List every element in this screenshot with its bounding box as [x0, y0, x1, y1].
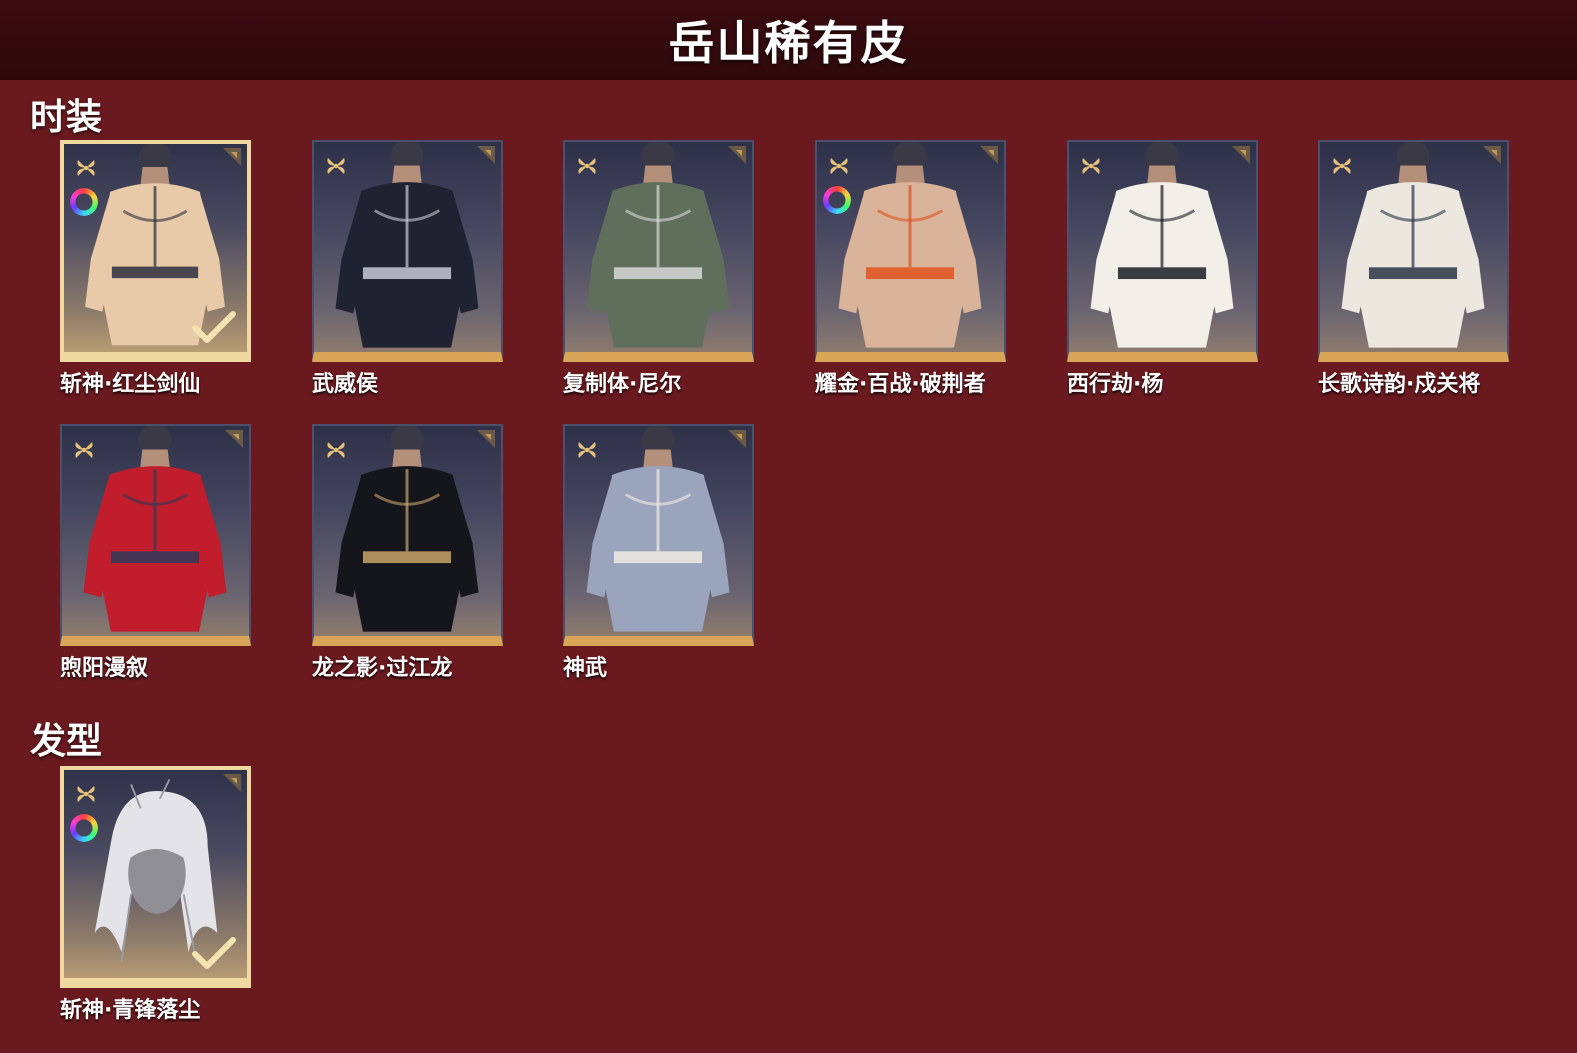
hairstyle-item-thumbnail[interactable]: [60, 766, 251, 988]
page-title: 岳山稀有皮: [668, 16, 909, 70]
dye-color-wheel-icon: [70, 188, 98, 216]
costume-item-card[interactable]: 武威侯: [312, 140, 503, 397]
rarity-flower-icon: [575, 438, 599, 462]
costume-item-thumbnail[interactable]: [312, 424, 503, 646]
hairstyle-item-label: 斩神·青锋落尘: [60, 998, 201, 1023]
costume-item-card[interactable]: 龙之影·过江龙: [312, 424, 503, 681]
rarity-flower-icon: [1079, 154, 1103, 178]
costume-item-card[interactable]: 西行劫·杨: [1067, 140, 1258, 397]
owned-checkmark-icon: [191, 936, 237, 972]
costume-item-card[interactable]: 长歌诗韵·戍关将: [1318, 140, 1509, 397]
rarity-flower-icon: [72, 438, 96, 462]
costume-item-thumbnail[interactable]: [563, 424, 754, 646]
costume-item-thumbnail[interactable]: [60, 140, 251, 362]
costume-item-label: 斩神·红尘剑仙: [60, 372, 201, 397]
rarity-flower-icon: [74, 782, 98, 806]
costume-item-label: 武威侯: [312, 372, 379, 397]
costume-item-label: 西行劫·杨: [1067, 372, 1164, 397]
section-title-hairstyle: 发型: [30, 721, 103, 762]
costume-item-label: 龙之影·过江龙: [312, 656, 453, 681]
corner-badge-icon: [980, 146, 998, 164]
corner-badge-icon: [477, 430, 495, 448]
costume-item-thumbnail[interactable]: [1318, 140, 1509, 362]
costume-item-label: 耀金·百战·破荆者: [815, 372, 986, 397]
costume-item-thumbnail[interactable]: [815, 140, 1006, 362]
costume-item-label: 煦阳漫叙: [60, 656, 149, 681]
costume-item-label: 长歌诗韵·戍关将: [1318, 372, 1481, 397]
costume-item-card[interactable]: 煦阳漫叙: [60, 424, 251, 681]
page-header: 岳山稀有皮: [0, 0, 1577, 80]
costume-item-card[interactable]: 复制体·尼尔: [563, 140, 754, 397]
rarity-flower-icon: [324, 438, 348, 462]
section-title-costume: 时装: [30, 97, 103, 138]
rarity-flower-icon: [324, 154, 348, 178]
costume-item-card[interactable]: 神武: [563, 424, 754, 681]
rarity-flower-icon: [827, 154, 851, 178]
dye-color-wheel-icon: [70, 814, 98, 842]
dye-color-wheel-icon: [823, 186, 851, 214]
corner-badge-icon: [477, 146, 495, 164]
corner-badge-icon: [1483, 146, 1501, 164]
corner-badge-icon: [728, 430, 746, 448]
costume-item-label: 复制体·尼尔: [563, 372, 682, 397]
corner-badge-icon: [225, 430, 243, 448]
costume-item-card[interactable]: 斩神·红尘剑仙: [60, 140, 251, 397]
corner-badge-icon: [223, 148, 241, 166]
corner-badge-icon: [728, 146, 746, 164]
corner-badge-icon: [1232, 146, 1250, 164]
costume-item-card[interactable]: 耀金·百战·破荆者: [815, 140, 1006, 397]
corner-badge-icon: [223, 774, 241, 792]
rarity-flower-icon: [575, 154, 599, 178]
costume-item-thumbnail[interactable]: [1067, 140, 1258, 362]
costume-item-thumbnail[interactable]: [60, 424, 251, 646]
hairstyle-item-card[interactable]: 斩神·青锋落尘: [60, 766, 251, 1023]
costume-item-thumbnail[interactable]: [312, 140, 503, 362]
rarity-flower-icon: [1330, 154, 1354, 178]
costume-item-label: 神武: [563, 656, 608, 681]
rarity-flower-icon: [74, 156, 98, 180]
costume-item-thumbnail[interactable]: [563, 140, 754, 362]
owned-checkmark-icon: [191, 310, 237, 346]
